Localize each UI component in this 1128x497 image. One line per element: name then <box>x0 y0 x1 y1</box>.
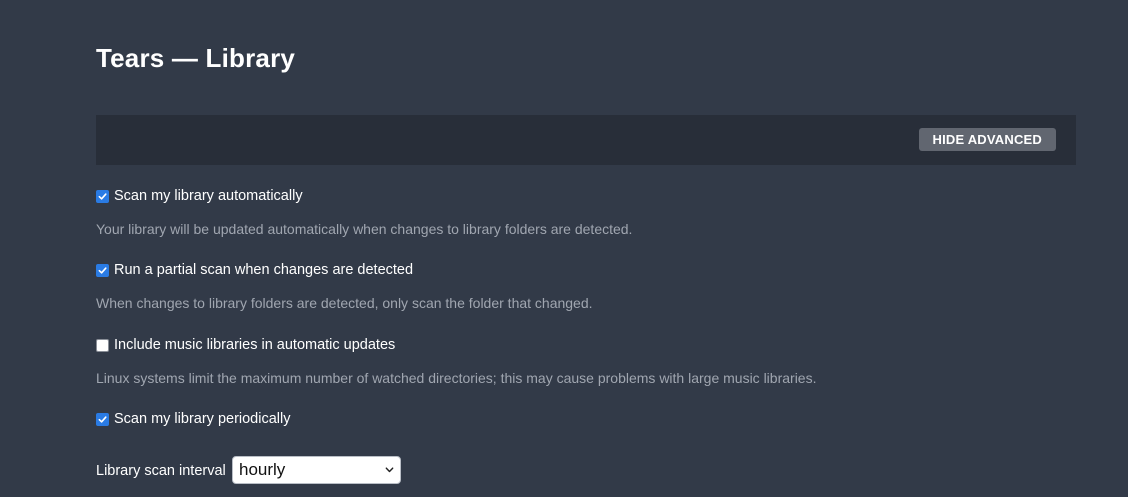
hide-advanced-button[interactable]: HIDE ADVANCED <box>918 128 1056 151</box>
scan-interval-value: hourly <box>239 460 286 479</box>
scan-automatically-checkbox[interactable] <box>96 189 109 203</box>
scan-interval-label: Library scan interval <box>96 463 226 479</box>
checkmark-icon <box>98 415 107 423</box>
partial-scan-checkbox[interactable] <box>96 263 109 277</box>
scan-periodically-checkbox[interactable] <box>96 412 109 426</box>
partial-scan-label: Run a partial scan when changes are dete… <box>114 262 414 278</box>
setting-partial-scan[interactable]: Run a partial scan when changes are dete… <box>96 260 413 280</box>
setting-scan-periodically[interactable]: Scan my library periodically <box>96 409 290 429</box>
checkmark-icon <box>98 192 107 200</box>
scan-periodically-label: Scan my library periodically <box>114 411 291 427</box>
page-title: Tears — Library <box>96 43 296 73</box>
scan-automatically-label: Scan my library automatically <box>114 188 303 204</box>
setting-include-music[interactable]: Include music libraries in automatic upd… <box>96 335 395 355</box>
include-music-checkbox[interactable] <box>96 338 109 352</box>
scan-interval-select[interactable]: hourly <box>232 456 401 484</box>
include-music-label: Include music libraries in automatic upd… <box>114 337 396 353</box>
checkmark-icon <box>98 266 107 274</box>
chevron-down-icon <box>385 467 394 473</box>
scan-automatically-help: Your library will be updated automatical… <box>96 221 633 237</box>
setting-scan-automatically[interactable]: Scan my library automatically <box>96 186 303 206</box>
partial-scan-help: When changes to library folders are dete… <box>96 295 593 311</box>
settings-toolbar: HIDE ADVANCED <box>96 115 1076 165</box>
include-music-help: Linux systems limit the maximum number o… <box>96 370 817 386</box>
